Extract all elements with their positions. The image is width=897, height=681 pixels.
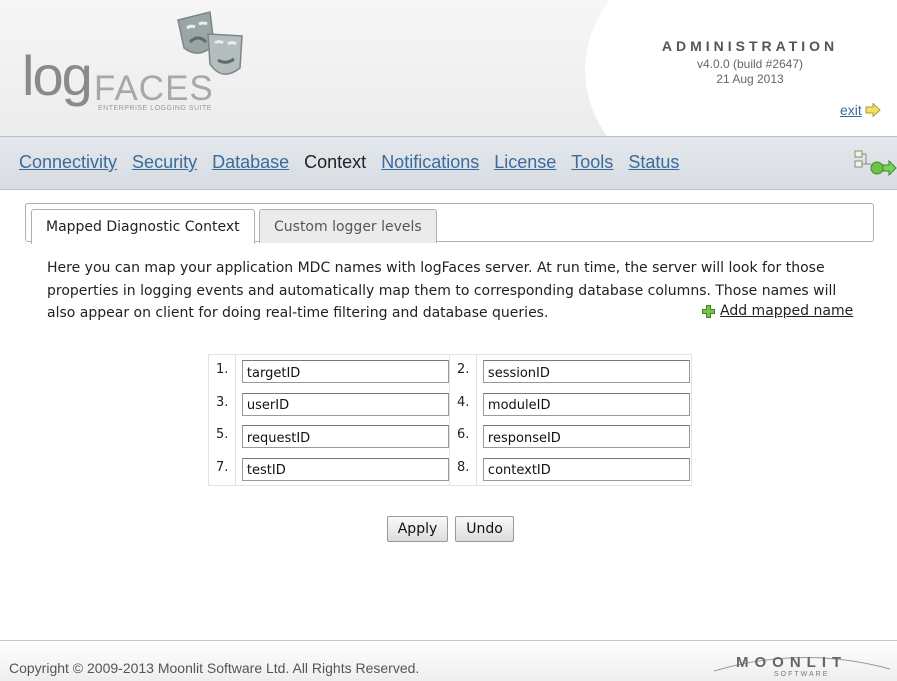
grid-row: 7. 8.	[209, 452, 691, 486]
mdc-name-input-2[interactable]	[482, 360, 690, 383]
undo-button[interactable]: Undo	[455, 516, 514, 542]
mdc-index: 2.	[450, 355, 477, 388]
nav-item-status[interactable]: Status	[628, 152, 679, 173]
copyright-text: Copyright © 2009-2013 Moonlit Software L…	[9, 660, 420, 676]
nav-item-license[interactable]: License	[494, 152, 556, 173]
footer: Copyright © 2009-2013 Moonlit Software L…	[0, 640, 897, 681]
admin-date: 21 Aug 2013	[716, 72, 784, 86]
mdc-index: 1.	[209, 355, 236, 388]
logfaces-logo: log FACES ENTERPRISE LOGGING SUITE	[20, 8, 260, 126]
logo-faces-text: FACES	[94, 69, 214, 108]
mdc-cell	[236, 452, 450, 485]
mdc-cell	[236, 420, 450, 453]
grid-row: 1. 2.	[209, 355, 691, 388]
plus-icon	[702, 304, 715, 318]
arrow-right-icon	[865, 103, 881, 117]
logo-tagline: ENTERPRISE LOGGING SUITE	[98, 105, 212, 112]
nav-item-context[interactable]: Context	[304, 152, 366, 173]
mdc-names-grid: 1. 2. 3. 4. 5. 6. 7. 8.	[208, 354, 692, 486]
nav-item-notifications[interactable]: Notifications	[381, 152, 479, 173]
mdc-name-input-7[interactable]	[241, 457, 449, 481]
mdc-cell	[477, 453, 691, 486]
main-nav: Connectivity Security Database Context N…	[0, 136, 897, 190]
mdc-name-input-4[interactable]	[482, 392, 690, 416]
mdc-cell	[477, 420, 691, 453]
grid-row: 5. 6.	[209, 420, 691, 453]
mdc-name-input-1[interactable]	[241, 360, 449, 383]
mdc-name-input-5[interactable]	[241, 425, 449, 448]
mdc-cell	[236, 387, 450, 420]
admin-version: v4.0.0 (build #2647)	[696, 57, 804, 71]
mdc-cell	[477, 388, 691, 421]
workflow-icon	[854, 150, 897, 177]
mdc-cell	[236, 355, 450, 388]
moonlit-sub: SOFTWARE	[774, 671, 830, 678]
nav-items: Connectivity Security Database Context N…	[19, 152, 694, 173]
mdc-name-input-3[interactable]	[241, 392, 449, 416]
tab-custom-logger-levels[interactable]: Custom logger levels	[259, 209, 437, 243]
moonlit-name: MOONLIT	[736, 654, 848, 671]
tab-bar: Mapped Diagnostic Context Custom logger …	[25, 203, 874, 244]
moonlit-logo: MOONLIT SOFTWARE	[712, 651, 894, 681]
mdc-cell	[477, 355, 691, 388]
mdc-index: 4.	[450, 387, 477, 420]
nav-item-connectivity[interactable]: Connectivity	[19, 152, 117, 173]
add-mapped-name-label: Add mapped name	[720, 303, 854, 319]
grid-row: 3. 4.	[209, 387, 691, 421]
admin-title: ADMINISTRATION	[661, 38, 839, 54]
header: log FACES ENTERPRISE LOGGING SUITE ADMIN…	[0, 0, 897, 136]
logo-log-text: log	[22, 44, 93, 107]
add-mapped-name-link[interactable]: Add mapped name	[702, 303, 853, 319]
mdc-index: 3.	[209, 387, 236, 420]
mdc-name-input-6[interactable]	[482, 425, 690, 448]
nav-item-security[interactable]: Security	[132, 152, 197, 173]
nav-item-database[interactable]: Database	[212, 152, 289, 173]
mdc-index: 5.	[209, 420, 236, 453]
tab-mapped-diagnostic-context[interactable]: Mapped Diagnostic Context	[31, 209, 255, 244]
apply-button[interactable]: Apply	[387, 516, 448, 542]
mdc-index: 7.	[209, 452, 236, 485]
nav-item-tools[interactable]: Tools	[571, 152, 613, 173]
exit-link[interactable]: exit	[840, 102, 881, 118]
exit-label: exit	[840, 102, 862, 118]
admin-info: ADMINISTRATION v4.0.0 (build #2647) 21 A…	[640, 38, 860, 86]
mdc-name-input-8[interactable]	[482, 457, 690, 481]
mdc-index: 6.	[450, 420, 477, 453]
mdc-index: 8.	[450, 452, 477, 485]
